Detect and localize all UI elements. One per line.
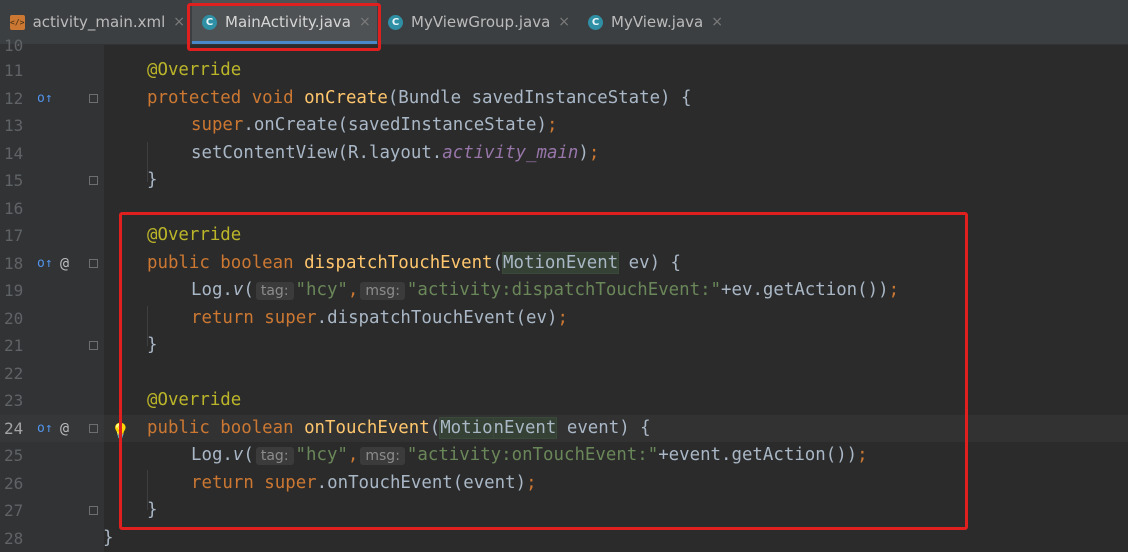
fold-toggle-icon[interactable] — [89, 506, 98, 515]
code-line[interactable]: 12 o↑ protected void onCreate(Bundle sav… — [0, 85, 1128, 112]
close-icon[interactable]: × — [711, 14, 723, 30]
fold-toggle-icon[interactable] — [89, 341, 98, 350]
parameter-hint: msg: — [360, 447, 405, 465]
tab-label: MyViewGroup.java — [411, 13, 551, 31]
tab-label: MainActivity.java — [225, 13, 351, 31]
overrides-method-icon[interactable]: o↑ — [37, 415, 53, 442]
code-line[interactable]: 17 @Override — [0, 222, 1128, 249]
overrides-method-icon[interactable]: o↑ — [37, 85, 53, 112]
line-number: 12 — [4, 89, 24, 108]
annotation: @Override — [147, 60, 242, 80]
tab-label: activity_main.xml — [32, 13, 166, 31]
code-line[interactable]: 25 Log.v(tag: "hcy", msg: "activity:onTouch… — [0, 442, 1128, 469]
line-number: 21 — [4, 336, 24, 355]
code-line[interactable]: 11 @Override — [0, 57, 1128, 84]
parameter-hint: tag: — [255, 282, 294, 300]
close-icon[interactable]: × — [558, 14, 570, 30]
close-icon[interactable]: × — [359, 14, 371, 30]
line-number: 24 — [4, 419, 24, 438]
parameter-hint: msg: — [360, 282, 405, 300]
code-line[interactable]: 19 Log.v(tag: "hcy", msg: "activity:dispatc… — [0, 277, 1128, 304]
line-number: 11 — [4, 61, 24, 80]
code-line[interactable]: 26 return super.onTouchEvent(event); — [0, 470, 1128, 497]
xml-file-icon: </> — [10, 14, 25, 30]
tab-label: MyView.java — [611, 13, 704, 31]
annotation-gutter-icon[interactable]: @ — [60, 415, 69, 442]
line-number: 18 — [4, 254, 24, 273]
line-number: 17 — [4, 226, 24, 245]
annotation: @Override — [147, 225, 242, 245]
code-line[interactable]: 15 } — [0, 167, 1128, 194]
code-line[interactable]: 14 setContentView(R.layout.activity_main… — [0, 140, 1128, 167]
line-number: 15 — [4, 171, 24, 190]
fold-toggle-icon[interactable] — [89, 176, 98, 185]
line-number: 27 — [4, 501, 24, 520]
code-line[interactable]: 16 — [0, 195, 1128, 222]
code-line[interactable]: 21 } — [0, 332, 1128, 359]
java-class-icon: C — [202, 14, 217, 30]
line-number: 26 — [4, 474, 24, 493]
annotation: @Override — [147, 390, 242, 410]
code-line[interactable]: 22 — [0, 360, 1128, 387]
line-number: 10 — [4, 36, 24, 55]
annotation-gutter-icon[interactable]: @ — [60, 250, 69, 277]
code-line[interactable]: 10 — [0, 32, 1128, 59]
code-line[interactable]: 20 return super.dispatchTouchEvent(ev); — [0, 305, 1128, 332]
java-class-icon: C — [588, 14, 603, 30]
line-number: 19 — [4, 281, 24, 300]
line-number: 23 — [4, 391, 24, 410]
fold-toggle-icon[interactable] — [89, 424, 98, 433]
line-number: 14 — [4, 144, 24, 163]
code-editor[interactable]: 10 11 @Override 12 o↑ protected void onC… — [0, 36, 1128, 552]
code-line[interactable]: 28 } — [0, 525, 1128, 552]
fold-toggle-icon[interactable] — [89, 259, 98, 268]
line-number: 22 — [4, 364, 24, 383]
code-line[interactable]: 13 super.onCreate(savedInstanceState); — [0, 112, 1128, 139]
code-line-current[interactable]: 24 o↑ @ 💡 public boolean onTouchEvent(Mo… — [0, 415, 1128, 443]
overrides-method-icon[interactable]: o↑ — [37, 250, 53, 277]
fold-toggle-icon[interactable] — [89, 94, 98, 103]
code-line[interactable]: 27 } — [0, 497, 1128, 524]
code-line[interactable]: 23 @Override — [0, 387, 1128, 414]
line-number: 28 — [4, 529, 24, 548]
code-line[interactable]: 18 o↑ @ public boolean dispatchTouchEven… — [0, 250, 1128, 277]
line-number: 16 — [4, 199, 24, 218]
parameter-hint: tag: — [255, 447, 294, 465]
line-number: 13 — [4, 116, 24, 135]
java-class-icon: C — [388, 14, 403, 30]
line-number: 20 — [4, 309, 24, 328]
close-icon[interactable]: × — [173, 14, 185, 30]
line-number: 25 — [4, 446, 24, 465]
